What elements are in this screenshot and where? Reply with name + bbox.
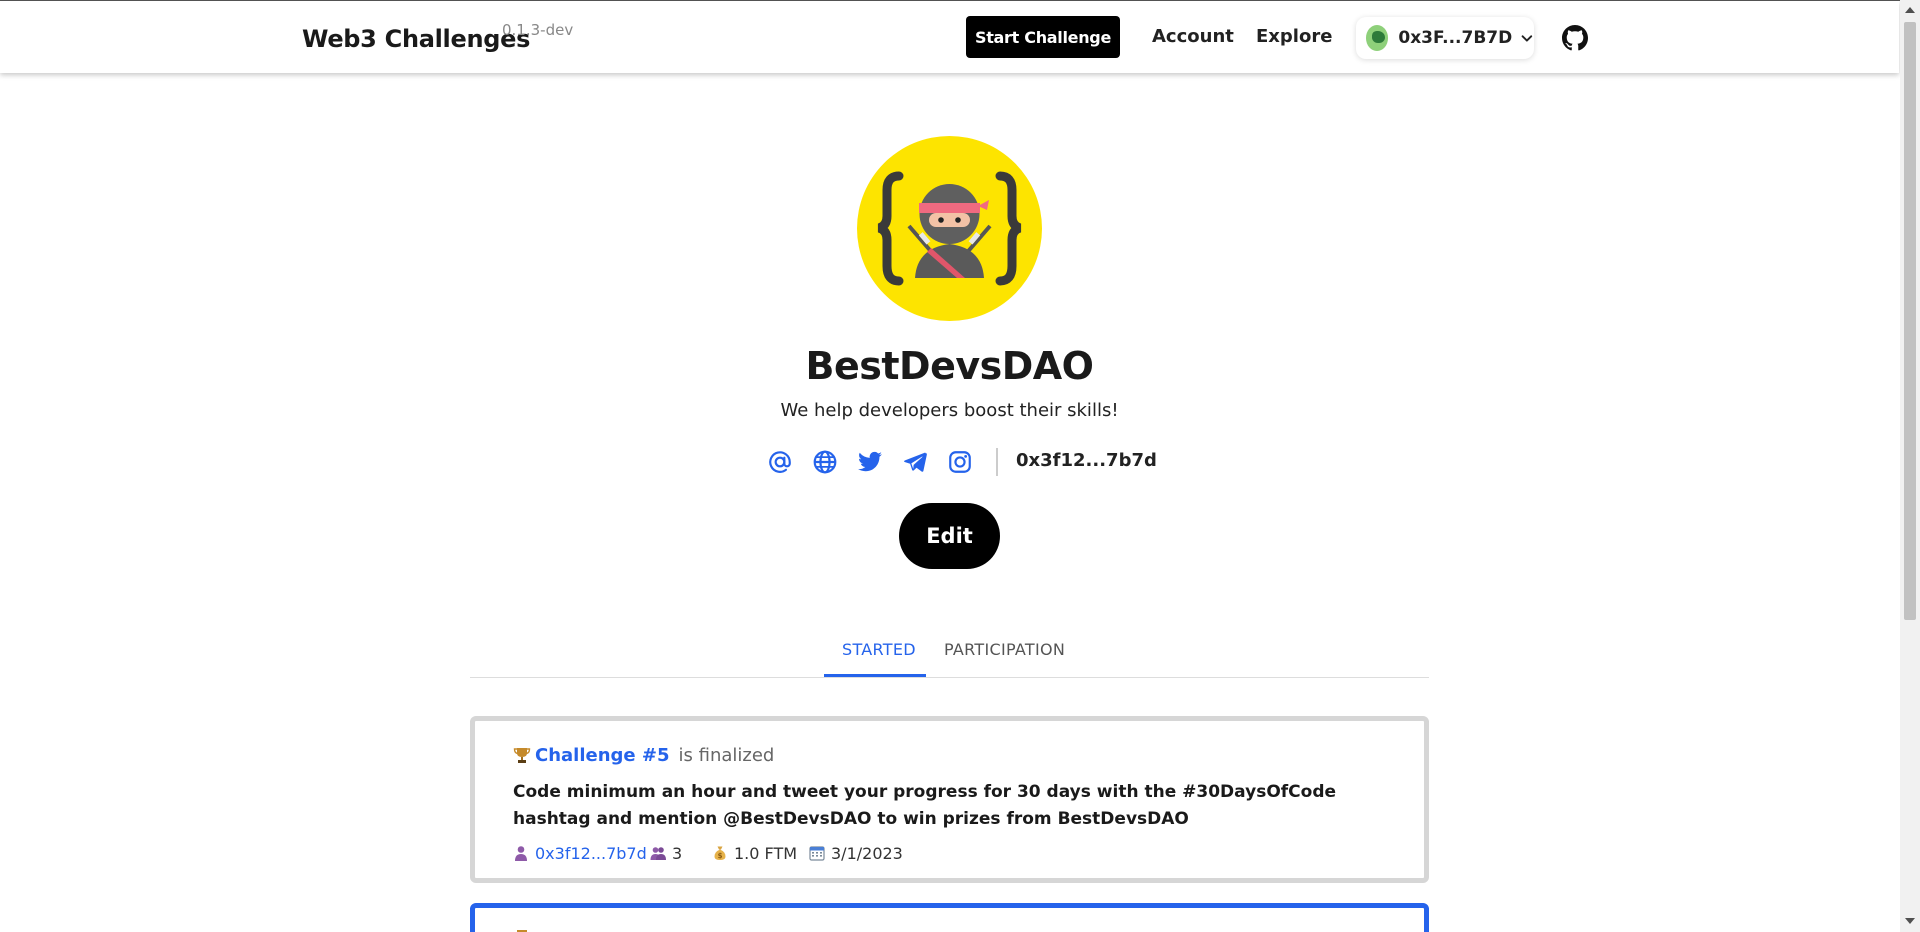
- profile-description: We help developers boost their skills!: [780, 400, 1119, 421]
- wallet-avatar: [1366, 25, 1389, 51]
- scroll-up-arrow-icon[interactable]: [1905, 7, 1915, 13]
- challenge-author-link[interactable]: 0x3f12...7b7d: [535, 844, 647, 863]
- challenge-description: Code minimum an hour and tweet your prog…: [513, 782, 1337, 829]
- trophy-icon: [513, 748, 531, 763]
- github-icon[interactable]: [1562, 25, 1588, 51]
- nav-account-link[interactable]: Account: [1152, 26, 1234, 47]
- challenge-author: 0x3f12...7b7d: [513, 843, 647, 863]
- edit-profile-button[interactable]: Edit: [899, 503, 1000, 569]
- challenge-end-date: 3/1/2023: [831, 843, 903, 863]
- svg-text:$: $: [718, 852, 723, 860]
- scrollbar-thumb[interactable]: [1904, 22, 1916, 620]
- wallet-button[interactable]: 0x3F...7B7D: [1356, 17, 1534, 59]
- tab-started[interactable]: STARTED: [842, 640, 916, 659]
- participants-icon: [650, 847, 666, 860]
- ninja-avatar: [857, 136, 1042, 321]
- wallet-address: 0x3F...7B7D: [1398, 28, 1513, 48]
- page-scrollbar[interactable]: [1900, 0, 1920, 932]
- start-challenge-button[interactable]: Start Challenge: [966, 16, 1120, 58]
- nav-explore-link[interactable]: Explore: [1256, 26, 1332, 47]
- challenge-date: 3/1/2023: [809, 843, 903, 863]
- tab-participation[interactable]: PARTICIPATION: [944, 640, 1065, 659]
- challenge-card[interactable]: Challenge #5 is finalized Code minimum a…: [470, 716, 1429, 883]
- telegram-icon[interactable]: [902, 449, 928, 475]
- challenge-status: is finalized: [678, 744, 775, 766]
- calendar-icon: [809, 846, 825, 861]
- trophy-icon: [517, 930, 527, 932]
- profile-address[interactable]: 0x3f12...7b7d: [1016, 450, 1157, 471]
- challenge-prize: $ 1.0 FTM: [712, 843, 797, 863]
- tabs-divider: [470, 677, 1429, 678]
- prize-amount: 1.0 FTM: [734, 843, 798, 863]
- participants-count: 3: [672, 843, 683, 863]
- website-icon[interactable]: [812, 449, 838, 475]
- money-bag-icon: $: [714, 846, 726, 860]
- version-label: 0.1.3-dev: [502, 21, 574, 39]
- challenge-participants: 3: [650, 843, 682, 863]
- chevron-down-icon: [1521, 35, 1533, 42]
- profile-name: BestDevsDAO: [805, 344, 1094, 388]
- top-navbar: Web3 Challenges 0.1.3-dev Start Challeng…: [0, 1, 1899, 73]
- challenge-title-link[interactable]: Challenge #5: [535, 745, 670, 766]
- social-divider: [996, 448, 998, 476]
- scroll-down-arrow-icon[interactable]: [1905, 918, 1915, 924]
- challenge-card[interactable]: [470, 903, 1429, 932]
- email-icon[interactable]: [767, 449, 793, 475]
- instagram-icon[interactable]: [947, 449, 973, 475]
- brand-title[interactable]: Web3 Challenges: [302, 25, 530, 53]
- challenge-card-header: Challenge #5 is finalized: [513, 743, 774, 767]
- active-tab-indicator: [824, 674, 926, 677]
- twitter-icon[interactable]: [857, 449, 883, 475]
- person-icon: [515, 846, 527, 861]
